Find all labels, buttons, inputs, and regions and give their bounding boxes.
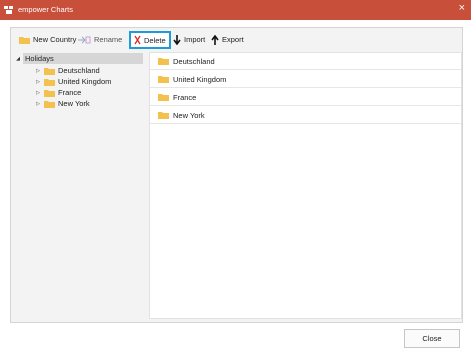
folder-icon: [158, 76, 169, 83]
tree-item-label: Deutschland: [58, 66, 100, 75]
expanded-triangle-icon: ◢: [16, 55, 20, 62]
tree-item-deutschland[interactable]: ▷ Deutschland: [35, 65, 100, 76]
tree-item-france[interactable]: ▷ France: [35, 87, 81, 98]
title-bar: empower Charts ×: [0, 0, 471, 20]
import-label: Import: [184, 35, 206, 44]
list-item-label: Deutschland: [173, 56, 215, 66]
arrow-down-icon: [173, 34, 181, 45]
list-item-deutschland[interactable]: Deutschland: [150, 53, 461, 70]
import-button[interactable]: Import: [173, 32, 205, 47]
folder-list: Deutschland United Kingdom France New Yo…: [149, 52, 462, 319]
tree-item-label: United Kingdom: [58, 77, 112, 86]
collapsed-triangle-icon: ▷: [36, 67, 40, 74]
list-item-france[interactable]: France: [150, 89, 461, 106]
tree-item-label: New York: [58, 99, 90, 108]
delete-button[interactable]: Delete: [129, 31, 171, 49]
folder-tree: ◢ Holidays ▷ Deutschland ▷ United Kingdo…: [11, 52, 147, 322]
window-close-button[interactable]: ×: [459, 2, 465, 14]
rename-icon: [78, 36, 91, 43]
list-item-label: France: [173, 92, 197, 102]
toolbar: New Country Rename Delete Import Export: [11, 28, 462, 52]
arrow-up-icon: [211, 34, 219, 45]
export-button[interactable]: Export: [211, 32, 244, 47]
folder-icon: [158, 112, 169, 119]
close-button[interactable]: Close: [404, 329, 460, 348]
collapsed-triangle-icon: ▷: [36, 89, 40, 96]
folder-icon: [44, 78, 55, 86]
folder-icon: [44, 89, 55, 97]
list-item-label: United Kingdom: [173, 74, 227, 84]
window-title: empower Charts: [18, 5, 74, 14]
list-item-united-kingdom[interactable]: United Kingdom: [150, 71, 461, 88]
tree-item-label: France: [58, 88, 82, 97]
collapsed-triangle-icon: ▷: [36, 100, 40, 107]
folder-icon: [44, 67, 55, 75]
folder-icon: [158, 58, 169, 65]
list-item-label: New York: [173, 110, 205, 120]
export-label: Export: [222, 35, 244, 44]
main-panel: New Country Rename Delete Import Export …: [10, 27, 463, 323]
app-logo-icon: [4, 6, 13, 14]
tree-item-united-kingdom[interactable]: ▷ United Kingdom: [35, 76, 111, 87]
list-item-new-york[interactable]: New York: [150, 107, 461, 124]
folder-icon: [44, 100, 55, 108]
collapsed-triangle-icon: ▷: [36, 78, 40, 85]
new-country-label: New Country: [33, 35, 77, 44]
tree-item-holidays[interactable]: Holidays: [23, 53, 143, 64]
tree-item-new-york[interactable]: ▷ New York: [35, 98, 90, 109]
rename-button[interactable]: Rename: [78, 32, 122, 47]
tree-root-label: Holidays: [25, 54, 54, 63]
rename-label: Rename: [94, 35, 123, 44]
delete-icon: [134, 35, 141, 45]
folder-icon: [19, 36, 30, 44]
delete-label: Delete: [144, 35, 166, 45]
folder-icon: [158, 94, 169, 101]
new-country-button[interactable]: New Country: [19, 32, 76, 47]
tree-expand-toggle[interactable]: ◢: [15, 53, 21, 64]
